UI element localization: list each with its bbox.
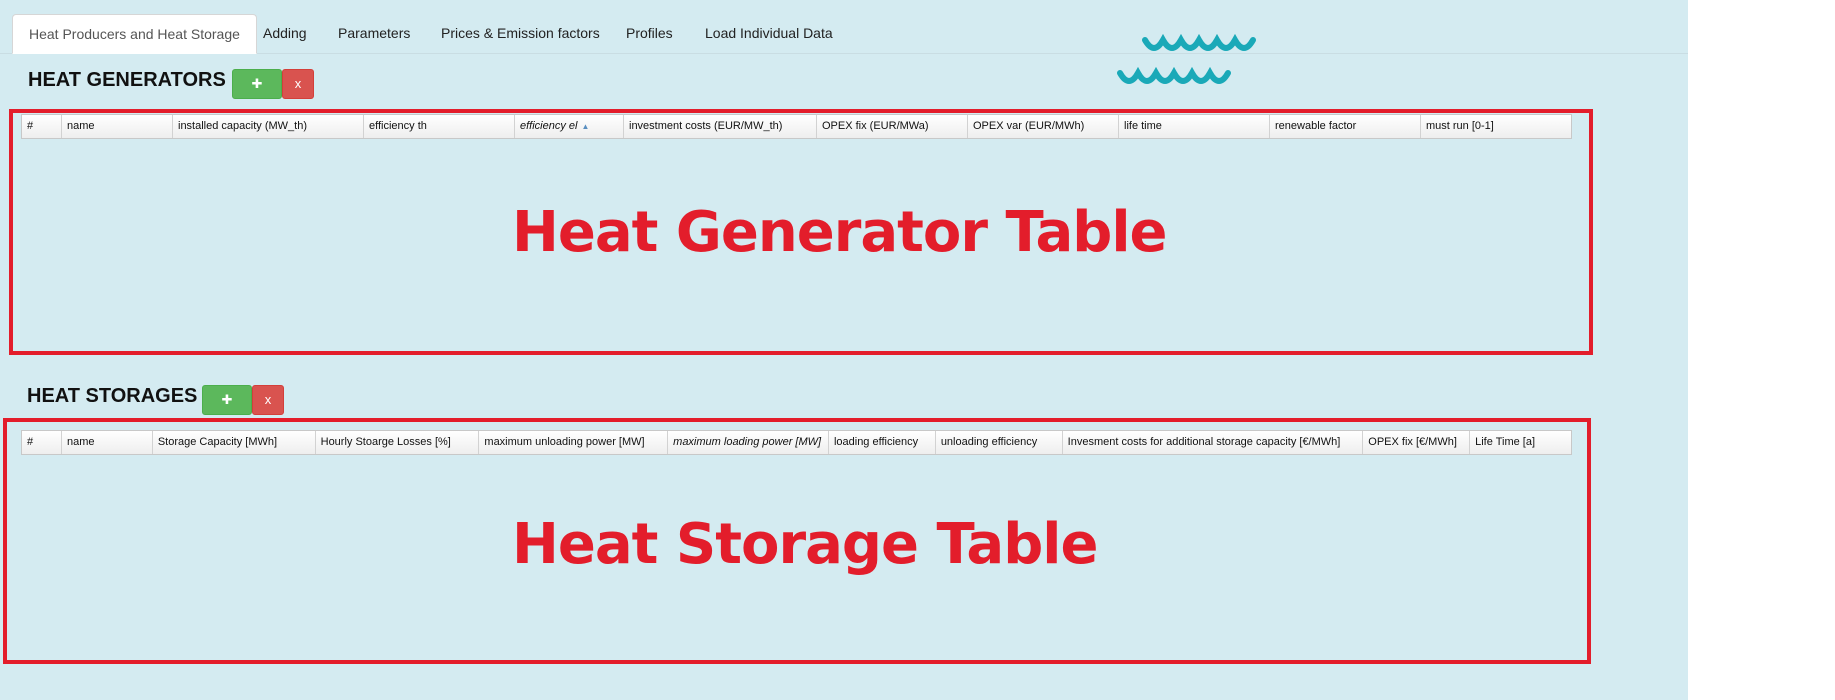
waves-logo-icon xyxy=(1117,33,1256,84)
storage-col-capacity[interactable]: Storage Capacity [MWh] xyxy=(153,431,316,454)
sort-ascending-icon: ▲ xyxy=(581,122,590,131)
tab-adding[interactable]: Adding xyxy=(247,14,323,53)
storage-col-opex-fix[interactable]: OPEX fix [€/MWh] xyxy=(1363,431,1471,454)
storage-col-hourly-losses[interactable]: Hourly Stoarge Losses [%] xyxy=(316,431,480,454)
storage-col-max-loading-power[interactable]: maximum loading power [MW] xyxy=(668,431,829,454)
generator-col-name[interactable]: name xyxy=(62,115,173,138)
storage-table-header: # name Storage Capacity [MWh] Hourly Sto… xyxy=(21,430,1572,455)
generator-table-header: # name installed capacity (MW_th) effici… xyxy=(21,114,1572,139)
storage-col-index[interactable]: # xyxy=(22,431,62,454)
storage-col-max-unloading-power[interactable]: maximum unloading power [MW] xyxy=(479,431,669,454)
app-area: Heat Producers and Heat Storage Adding P… xyxy=(0,0,1688,700)
generator-col-renewable-factor[interactable]: renewable factor xyxy=(1270,115,1421,138)
storage-col-life-time[interactable]: Life Time [a] xyxy=(1470,431,1571,454)
generator-col-investment-costs[interactable]: investment costs (EUR/MW_th) xyxy=(624,115,817,138)
generator-col-opex-var[interactable]: OPEX var (EUR/MWh) xyxy=(968,115,1119,138)
tab-load-individual-data[interactable]: Load Individual Data xyxy=(689,14,849,53)
generator-col-efficiency-el[interactable]: efficiency el ▲ xyxy=(515,115,624,138)
storage-col-name[interactable]: name xyxy=(62,431,153,454)
add-generator-button[interactable]: ✚ xyxy=(232,69,282,99)
generator-col-must-run[interactable]: must run [0-1] xyxy=(1421,115,1571,138)
storage-col-unloading-efficiency[interactable]: unloading efficiency xyxy=(936,431,1063,454)
tab-profiles[interactable]: Profiles xyxy=(610,14,689,53)
generator-col-efficiency-th[interactable]: efficiency th xyxy=(364,115,515,138)
generator-col-index[interactable]: # xyxy=(22,115,62,138)
generator-col-installed-capacity[interactable]: installed capacity (MW_th) xyxy=(173,115,364,138)
storage-table-overlay-label: Heat Storage Table xyxy=(512,512,1098,577)
generator-col-opex-fix[interactable]: OPEX fix (EUR/MWa) xyxy=(817,115,968,138)
heat-storages-title: HEAT STORAGES xyxy=(27,385,198,407)
add-storage-button[interactable]: ✚ xyxy=(202,385,252,415)
generator-col-life-time[interactable]: life time xyxy=(1119,115,1270,138)
storage-col-loading-efficiency[interactable]: loading efficiency xyxy=(829,431,936,454)
tab-prices-emission[interactable]: Prices & Emission factors xyxy=(425,14,616,53)
storage-col-investment-costs[interactable]: Invesment costs for additional storage c… xyxy=(1063,431,1364,454)
generator-table-overlay-label: Heat Generator Table xyxy=(512,200,1167,265)
generator-col-efficiency-el-label: efficiency el xyxy=(520,120,578,132)
tab-parameters[interactable]: Parameters xyxy=(322,14,426,53)
remove-generator-button[interactable]: x xyxy=(282,69,314,99)
tab-bar: Heat Producers and Heat Storage Adding P… xyxy=(0,14,1688,54)
tab-heat-producers[interactable]: Heat Producers and Heat Storage xyxy=(12,14,257,54)
heat-generators-title: HEAT GENERATORS xyxy=(28,69,226,91)
remove-storage-button[interactable]: x xyxy=(252,385,284,415)
